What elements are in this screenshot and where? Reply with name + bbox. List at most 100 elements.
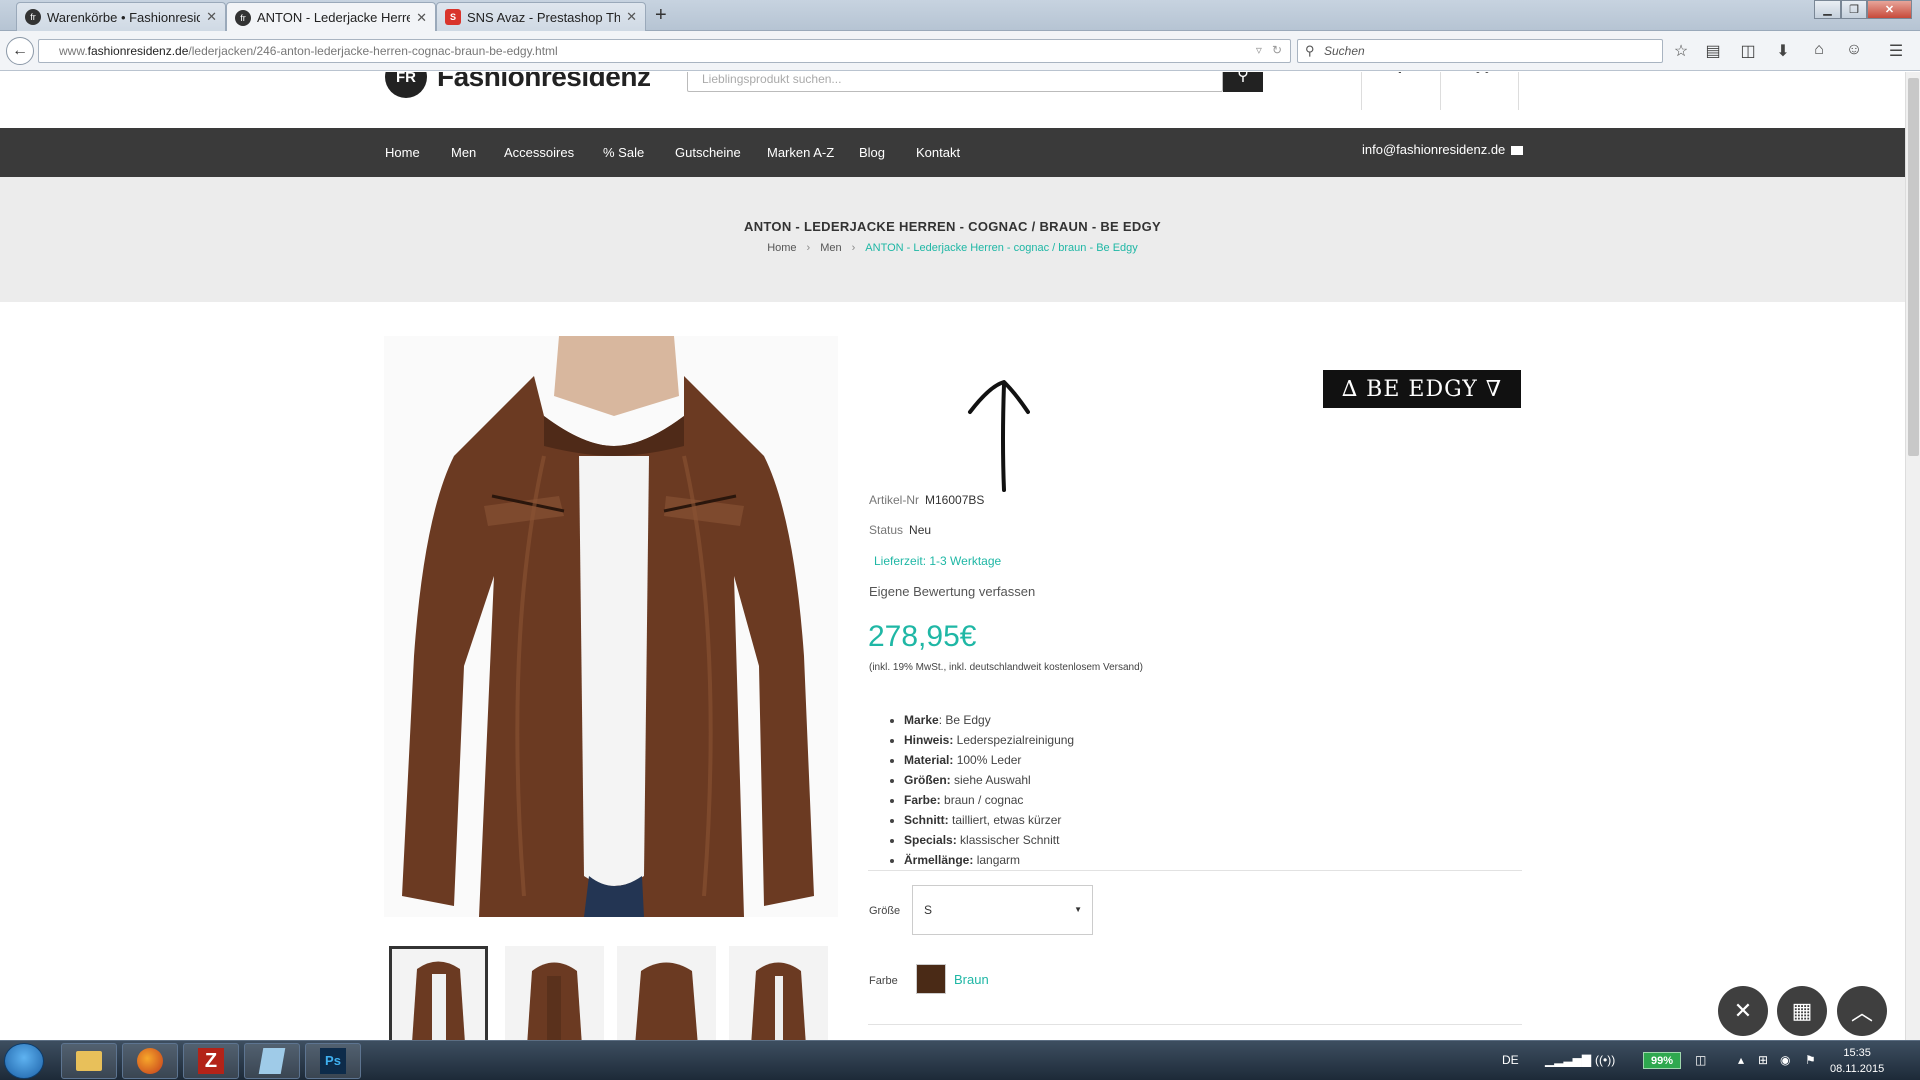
- browser-tab-bar: fr Warenkörbe • Fashionresid... ✕ fr ANT…: [0, 0, 1920, 32]
- filezilla-taskbar-button[interactable]: Z: [183, 1043, 239, 1079]
- list-item: Hinweis: Lederspezialreinigung: [904, 730, 1074, 750]
- nav-men[interactable]: Men: [451, 145, 476, 160]
- nav-kontakt[interactable]: Kontakt: [916, 145, 960, 160]
- back-button[interactable]: ←: [6, 37, 34, 65]
- browser-search-field[interactable]: ⚲ Suchen: [1297, 39, 1663, 63]
- explorer-taskbar-button[interactable]: [61, 1043, 117, 1079]
- site-logo[interactable]: FR Fashionresidenz: [385, 72, 651, 102]
- product-thumbnail[interactable]: [389, 946, 488, 1040]
- nav-blog[interactable]: Blog: [859, 145, 885, 160]
- product-main-image[interactable]: [384, 336, 838, 917]
- pocket-icon[interactable]: ◫: [1737, 41, 1759, 61]
- color-swatch[interactable]: [916, 964, 946, 994]
- url-prefix: www.: [59, 44, 88, 58]
- chevron-right-icon: ›: [851, 242, 856, 254]
- close-icon: ✕: [1733, 998, 1753, 1023]
- dropdown-icon[interactable]: ▿: [1256, 43, 1262, 57]
- size-label: Größe: [869, 905, 901, 917]
- page-viewport: FR Fashionresidenz Lieblingsprodukt such…: [0, 72, 1905, 1040]
- display-icon[interactable]: ◫: [1695, 1053, 1706, 1067]
- divider: [868, 1024, 1522, 1025]
- size-select[interactable]: S ▼: [912, 885, 1093, 935]
- settings-icon[interactable]: ✱: [1394, 72, 1406, 77]
- list-item: Specials: klassischer Schnitt: [904, 830, 1074, 850]
- scroll-top-button[interactable]: ︿: [1837, 986, 1887, 1036]
- firefox-taskbar-button[interactable]: [122, 1043, 178, 1079]
- tab-close-icon[interactable]: ✕: [206, 9, 217, 25]
- reload-icon[interactable]: ↻: [1272, 43, 1282, 57]
- clock-time: 15:35: [1843, 1047, 1871, 1059]
- flag-icon[interactable]: ⚑: [1805, 1053, 1816, 1067]
- tab-close-icon[interactable]: ✕: [416, 10, 427, 26]
- notification-icon[interactable]: ◉: [1780, 1053, 1790, 1067]
- close-window-button[interactable]: ✕: [1867, 0, 1912, 19]
- search-icon: ⚲: [1237, 72, 1249, 84]
- product-thumbnail[interactable]: [729, 946, 828, 1040]
- windows-taskbar: Z Ps DE ▁▂▃▅▇ ((•)) 99% ◫ ▴ ⊞ ◉ ⚑ 15:35 …: [0, 1040, 1920, 1080]
- battery-indicator[interactable]: 99%: [1643, 1052, 1681, 1069]
- jacket-thumbnail-image: [527, 962, 582, 1040]
- tab-title: Warenkörbe • Fashionresid...: [47, 9, 201, 25]
- filezilla-icon: Z: [198, 1048, 224, 1074]
- firefox-icon: [137, 1048, 163, 1074]
- language-indicator[interactable]: DE: [1502, 1053, 1519, 1067]
- breadcrumb-home[interactable]: Home: [767, 242, 796, 254]
- product-thumbnail[interactable]: [505, 946, 604, 1040]
- envelope-icon: [1511, 146, 1524, 156]
- wireless-icon[interactable]: ((•)): [1595, 1053, 1615, 1067]
- start-button[interactable]: [4, 1043, 44, 1079]
- breadcrumb-men[interactable]: Men: [820, 242, 841, 254]
- nav-sale[interactable]: % Sale: [603, 145, 644, 160]
- list-item: Schnitt: tailliert, etwas kürzer: [904, 810, 1074, 830]
- signal-strength-icon[interactable]: ▁▂▃▅▇: [1545, 1053, 1591, 1067]
- site-search-button[interactable]: ⚲: [1223, 72, 1263, 92]
- breadcrumb: Home › Men › ANTON - Lederjacke Herren - cog…: [0, 242, 1905, 254]
- nav-marken[interactable]: Marken A-Z: [767, 145, 834, 160]
- windows-grid-icon[interactable]: ⊞: [1758, 1053, 1768, 1067]
- site-search-input[interactable]: Lieblingsprodukt suchen...: [687, 72, 1223, 92]
- list-item: Größen: siehe Auswahl: [904, 770, 1074, 790]
- new-tab-button[interactable]: +: [655, 4, 667, 27]
- page-scrollbar[interactable]: [1905, 72, 1920, 1040]
- product-thumbnail[interactable]: [617, 946, 716, 1040]
- chat-icon[interactable]: ☺: [1843, 41, 1865, 59]
- list-item: Farbe: braun / cognac: [904, 790, 1074, 810]
- nav-home[interactable]: Home: [385, 145, 420, 160]
- contact-email[interactable]: info@fashionresidenz.de: [1362, 142, 1524, 157]
- cart-icon[interactable]: ⛟: [1473, 72, 1491, 79]
- nav-gutscheine[interactable]: Gutscheine: [675, 145, 741, 160]
- nav-accessoires[interactable]: Accessoires: [504, 145, 574, 160]
- price-note: (inkl. 19% MwSt., inkl. deutschlandweit …: [869, 662, 1144, 673]
- close-overlay-button[interactable]: ✕: [1718, 986, 1768, 1036]
- bookmarks-list-icon[interactable]: ▤: [1702, 41, 1724, 61]
- url-bar[interactable]: www. fashionresidenz.de/lederjacken/246-a…: [38, 39, 1291, 63]
- scrollbar-thumb[interactable]: [1908, 78, 1919, 456]
- notepad-taskbar-button[interactable]: [244, 1043, 300, 1079]
- product-status: Status Neu: [869, 523, 931, 537]
- email-text: info@fashionresidenz.de: [1362, 142, 1506, 157]
- jacket-thumbnail-image: [635, 962, 698, 1040]
- maximize-button[interactable]: ❐: [1841, 0, 1867, 19]
- tab-anton[interactable]: fr ANTON - Lederjacke Herre... ✕: [226, 2, 436, 32]
- minimize-button[interactable]: ▁: [1814, 0, 1841, 19]
- list-item: Marke: Be Edgy: [904, 710, 1074, 730]
- tab-close-icon[interactable]: ✕: [626, 9, 637, 25]
- notepad-icon: [258, 1048, 286, 1074]
- write-review-link[interactable]: Eigene Bewertung verfassen: [869, 584, 1035, 599]
- tab-warenkoerbe[interactable]: fr Warenkörbe • Fashionresid... ✕: [16, 2, 226, 31]
- qr-code-button[interactable]: ▦: [1777, 986, 1827, 1036]
- bookmark-star-icon[interactable]: ☆: [1670, 41, 1692, 61]
- jacket-image: [384, 336, 838, 917]
- header-divider: [1440, 72, 1441, 110]
- clock[interactable]: 15:35 08.11.2015: [1830, 1045, 1884, 1077]
- brand-logo[interactable]: ∆ BE EDGY ∇: [1323, 370, 1521, 408]
- home-icon[interactable]: ⌂: [1808, 41, 1830, 59]
- download-icon[interactable]: ⬇: [1772, 41, 1794, 61]
- tab-title: ANTON - Lederjacke Herre...: [257, 10, 411, 25]
- menu-icon[interactable]: ☰: [1885, 41, 1907, 61]
- show-hidden-icons[interactable]: ▴: [1738, 1053, 1744, 1067]
- tab-sns-avaz[interactable]: S SNS Avaz - Prestashop The... ✕: [436, 2, 646, 31]
- photoshop-icon: Ps: [320, 1048, 346, 1074]
- color-name[interactable]: Braun: [954, 972, 989, 987]
- photoshop-taskbar-button[interactable]: Ps: [305, 1043, 361, 1079]
